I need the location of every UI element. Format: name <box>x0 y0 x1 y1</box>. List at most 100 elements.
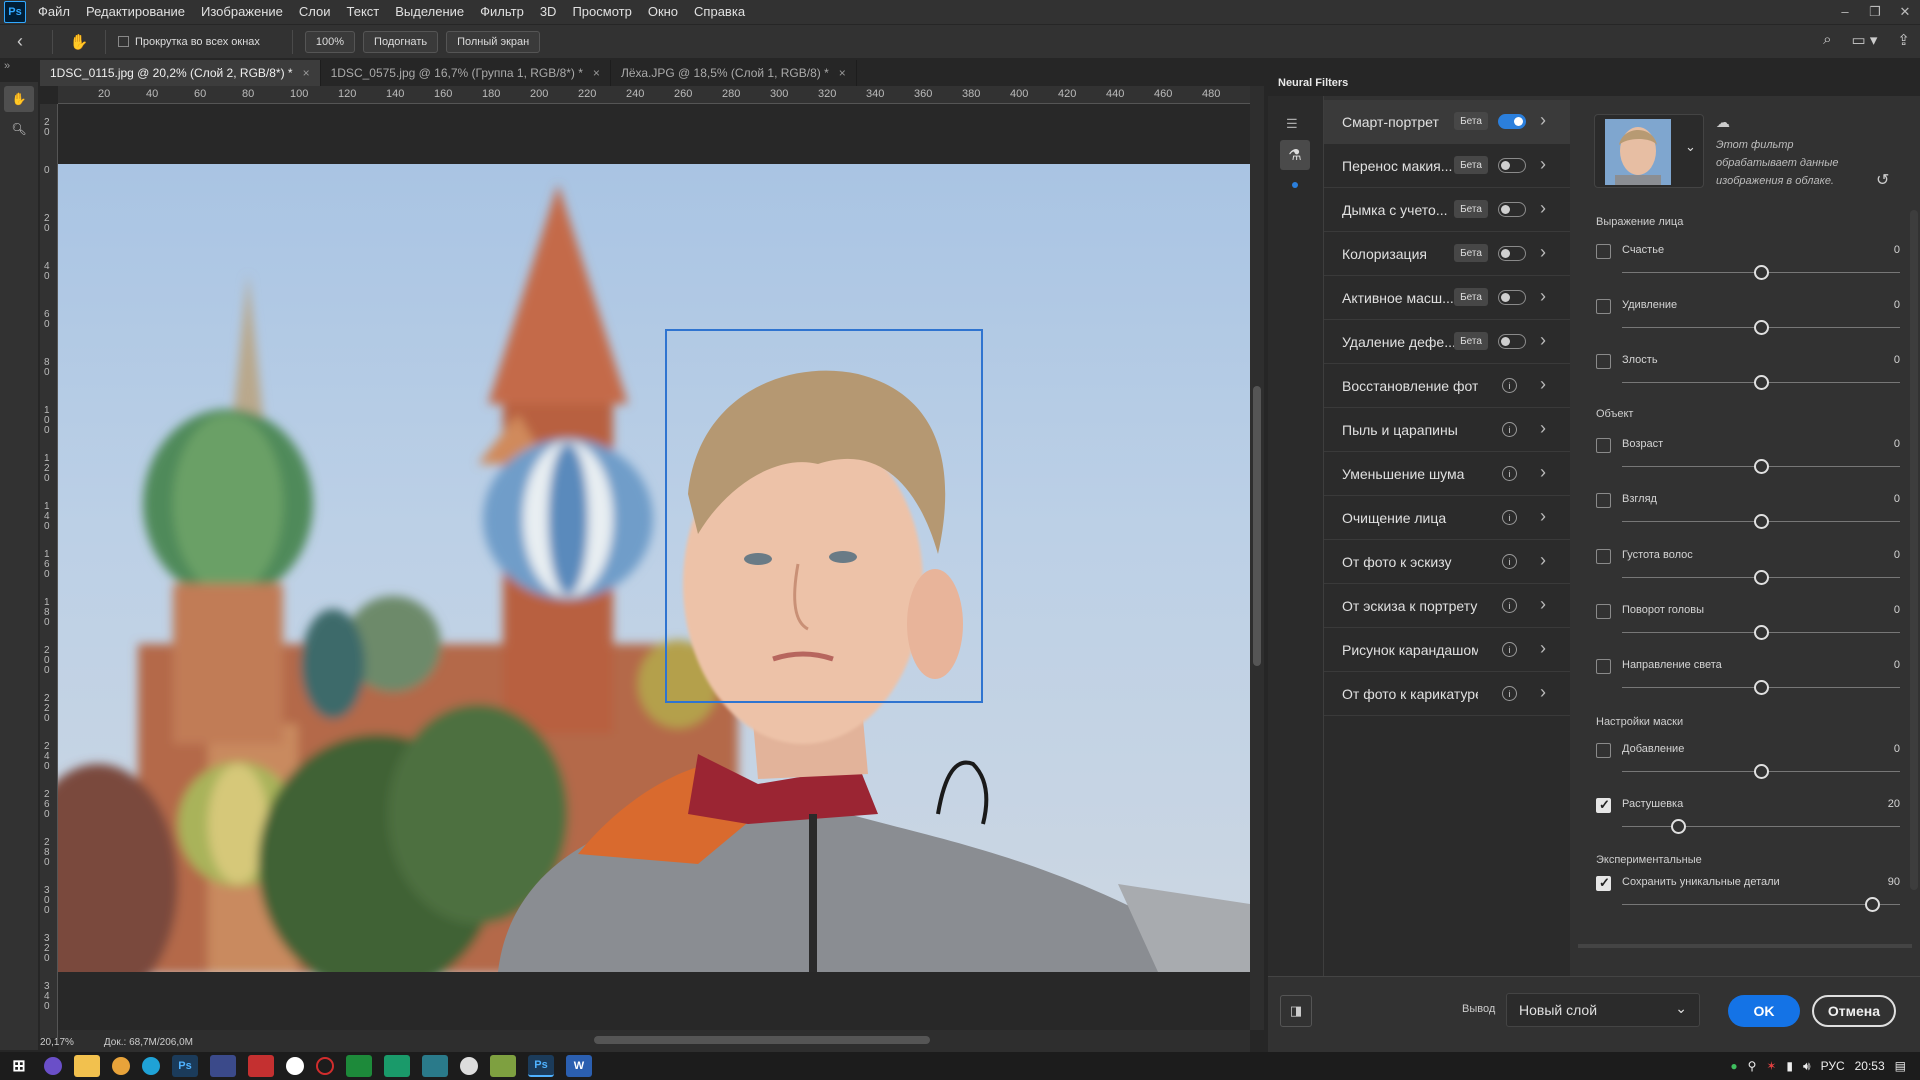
chevron-right-icon[interactable]: › <box>1540 110 1546 131</box>
menu-item[interactable]: Справка <box>686 0 753 24</box>
settings-scrollbar[interactable] <box>1910 210 1918 890</box>
slider-value[interactable]: 0 <box>1894 438 1900 450</box>
slider-value[interactable]: 90 <box>1888 876 1900 888</box>
chrome-icon[interactable] <box>112 1057 130 1075</box>
filter-item[interactable]: От фото к карикатуре i › <box>1324 672 1570 716</box>
filter-item[interactable]: Рисунок карандашом i › <box>1324 628 1570 672</box>
slider-checkbox[interactable] <box>1596 659 1611 674</box>
zoom-value-button[interactable]: 100% <box>304 30 356 53</box>
network-icon[interactable]: ✶ <box>1766 1059 1776 1073</box>
chevron-right-icon[interactable]: › <box>1540 506 1546 527</box>
filter-item[interactable]: От эскиза к портрету i › <box>1324 584 1570 628</box>
output-select[interactable]: Новый слой ⌄ <box>1506 993 1700 1027</box>
opera-icon[interactable] <box>316 1057 334 1075</box>
cancel-button[interactable]: Отмена <box>1812 995 1896 1027</box>
preview-toggle-icon[interactable]: ◨ <box>1280 995 1312 1027</box>
chevron-right-icon[interactable]: › <box>1540 682 1546 703</box>
filter-item[interactable]: Колоризация Бета › <box>1324 232 1570 276</box>
info-icon[interactable]: i <box>1502 466 1517 481</box>
cortana-icon[interactable] <box>44 1057 62 1075</box>
photoshop-active-icon[interactable]: Ps <box>528 1055 554 1077</box>
app-icon[interactable] <box>210 1055 236 1077</box>
slider-checkbox[interactable] <box>1596 244 1611 259</box>
slider-track[interactable] <box>1622 826 1900 827</box>
filter-item[interactable]: Восстановление фот... i › <box>1324 364 1570 408</box>
slider-checkbox[interactable] <box>1596 493 1611 508</box>
close-tab-icon[interactable]: × <box>839 66 846 80</box>
slider-checkbox[interactable] <box>1596 549 1611 564</box>
document-photo[interactable] <box>58 164 1250 972</box>
video-icon[interactable] <box>422 1055 448 1077</box>
document-tab[interactable]: 1DSC_0115.jpg @ 20,2% (Слой 2, RGB/8*) *… <box>40 60 321 86</box>
filter-item[interactable]: Перенос макия... Бета › <box>1324 144 1570 188</box>
share-icon[interactable]: ⇪ <box>1897 31 1910 49</box>
slider-thumb[interactable] <box>1754 680 1769 695</box>
photoshop-taskbar-icon[interactable]: Ps <box>172 1055 198 1077</box>
filter-item[interactable]: Удаление дефе... Бета › <box>1324 320 1570 364</box>
slider-value[interactable]: 0 <box>1894 549 1900 561</box>
notifications-icon[interactable]: ▤ <box>1895 1059 1906 1073</box>
slider-checkbox[interactable] <box>1596 354 1611 369</box>
chevron-right-icon[interactable]: › <box>1540 242 1546 263</box>
fullscreen-button[interactable]: Полный экран <box>446 30 541 53</box>
zoom-tool-icon[interactable]: 🔍︎ <box>4 116 34 142</box>
chevron-right-icon[interactable]: › <box>1540 286 1546 307</box>
menu-item[interactable]: Окно <box>640 0 686 24</box>
filter-item[interactable]: От фото к эскизу i › <box>1324 540 1570 584</box>
slider-value[interactable]: 0 <box>1894 659 1900 671</box>
menu-item[interactable]: Изображение <box>193 0 291 24</box>
filter-item[interactable]: Активное масш... Бета › <box>1324 276 1570 320</box>
vertical-scrollbar[interactable] <box>1250 86 1264 1030</box>
menu-item[interactable]: Редактирование <box>78 0 193 24</box>
filter-item[interactable]: Пыль и царапины i › <box>1324 408 1570 452</box>
slider-thumb[interactable] <box>1754 459 1769 474</box>
yandex-icon[interactable] <box>286 1057 304 1075</box>
filter-toggle[interactable] <box>1498 158 1526 173</box>
workspace-icon[interactable]: ▭ ▾ <box>1852 31 1878 49</box>
media-icon[interactable] <box>346 1055 372 1077</box>
menu-item[interactable]: Слои <box>291 0 339 24</box>
slider-thumb[interactable] <box>1754 764 1769 779</box>
slider-value[interactable]: 0 <box>1894 604 1900 616</box>
slider-checkbox[interactable] <box>1596 743 1611 758</box>
slider-thumb[interactable] <box>1754 375 1769 390</box>
info-icon[interactable]: i <box>1502 642 1517 657</box>
slider-thumb[interactable] <box>1754 265 1769 280</box>
menu-item[interactable]: Текст <box>339 0 388 24</box>
slider-checkbox[interactable] <box>1596 299 1611 314</box>
slider-checkbox[interactable] <box>1596 604 1611 619</box>
volume-icon[interactable]: 🔊︎ <box>1803 1059 1811 1074</box>
filter-toggle[interactable] <box>1498 202 1526 217</box>
publisher-icon[interactable] <box>384 1055 410 1077</box>
chevron-right-icon[interactable]: › <box>1540 638 1546 659</box>
filter-toggle[interactable] <box>1498 290 1526 305</box>
notes-icon[interactable] <box>490 1055 516 1077</box>
windows-start-icon[interactable]: ⊞ <box>6 1055 32 1077</box>
fit-screen-button[interactable]: Подогнать <box>363 30 439 53</box>
menu-item[interactable]: Фильтр <box>472 0 532 24</box>
menu-item[interactable]: Выделение <box>387 0 472 24</box>
battery-icon[interactable]: ▮ <box>1786 1059 1793 1073</box>
slider-value[interactable]: 20 <box>1888 798 1900 810</box>
clock[interactable]: 20:53 <box>1855 1059 1885 1073</box>
reset-icon[interactable]: ↺ <box>1876 170 1889 190</box>
info-icon[interactable]: i <box>1502 554 1517 569</box>
edge-icon[interactable] <box>142 1057 160 1075</box>
info-icon[interactable]: i <box>1502 378 1517 393</box>
filezilla-icon[interactable] <box>248 1055 274 1077</box>
close-icon[interactable]: ✕ <box>1890 0 1920 24</box>
slider-value[interactable]: 0 <box>1894 299 1900 311</box>
slider-thumb[interactable] <box>1754 514 1769 529</box>
slider-thumb[interactable] <box>1670 819 1686 834</box>
chevron-right-icon[interactable]: › <box>1540 330 1546 351</box>
home-back-icon[interactable]: ‹ <box>0 31 40 52</box>
slider-checkbox[interactable] <box>1596 875 1611 891</box>
info-icon[interactable]: i <box>1502 686 1517 701</box>
menu-item[interactable]: Просмотр <box>564 0 639 24</box>
zoom-level[interactable]: 20,17% <box>40 1037 74 1048</box>
minimize-icon[interactable]: – <box>1830 0 1860 24</box>
filter-item[interactable]: Уменьшение шума i › <box>1324 452 1570 496</box>
info-icon[interactable]: i <box>1502 510 1517 525</box>
slider-thumb[interactable] <box>1754 320 1769 335</box>
slider-track[interactable] <box>1622 904 1900 905</box>
